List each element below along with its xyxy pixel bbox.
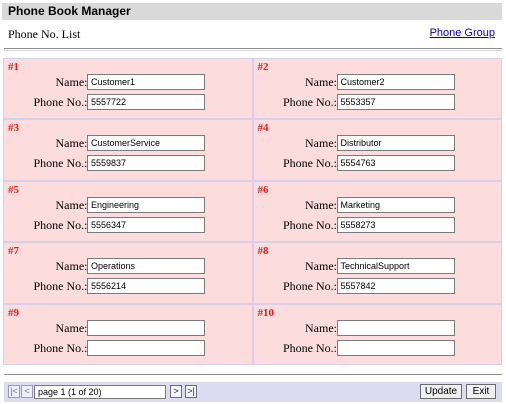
name-label: Name: [55, 75, 88, 89]
entry-number: #1 [8, 61, 19, 73]
name-label: Name: [55, 197, 88, 212]
entry-card: #10 Name: Phone No.: [253, 304, 501, 364]
divider [4, 48, 502, 49]
entry-card: #7 Name: Operations Phone No.: 5556214 [4, 243, 252, 303]
phone-label: Phone No.: [33, 279, 88, 294]
entry-card: #9 Name: Phone No.: [4, 304, 252, 364]
entry-number: #6 [257, 183, 269, 196]
entry-card: #3 Name: CustomerService Phone No.: 555983… [4, 120, 252, 180]
phone-field[interactable]: 5556347 [87, 216, 205, 233]
name-field[interactable]: Operations [87, 258, 205, 275]
first-page-icon[interactable]: |< [8, 385, 20, 398]
update-button[interactable]: Update [420, 384, 462, 399]
entry-number: #3 [8, 122, 19, 135]
phone-field[interactable]: 5557722 [87, 94, 205, 110]
name-field[interactable]: Marketing [336, 196, 455, 213]
name-field[interactable]: TechnicalSupport [336, 258, 455, 275]
phone-label: Phone No.: [283, 95, 337, 109]
entry-card: #1 Name: Customer1 Phone No.: 5557722 [4, 59, 252, 119]
name-field[interactable]: Distributor [336, 135, 455, 152]
entry-card: #6 Name: Marketing Phone No.: 5558273 [253, 181, 501, 242]
entry-card: #5 Name: Engineering Phone No.: 5556347 [4, 181, 252, 242]
app-title: Phone Book Manager [2, 3, 502, 20]
last-page-icon[interactable]: >| [185, 385, 197, 398]
phone-group-link[interactable]: Phone Group [430, 27, 495, 39]
entry-card: #8 Name: TechnicalSupport Phone No.: 55578… [253, 243, 501, 303]
entry-number: #5 [8, 183, 19, 196]
phone-field[interactable]: 5558273 [336, 216, 455, 233]
name-field[interactable]: Customer1 [87, 74, 205, 90]
phone-label: Phone No.: [33, 217, 88, 232]
name-label: Name: [305, 136, 337, 151]
divider [4, 374, 502, 375]
name-label: Name: [55, 259, 88, 274]
phone-label: Phone No.: [283, 156, 337, 171]
divider [4, 50, 502, 51]
phone-field[interactable]: 5556214 [87, 278, 205, 295]
phone-field[interactable]: 5559837 [87, 155, 205, 172]
phone-field[interactable]: 5554763 [336, 155, 455, 172]
entry-number: #2 [257, 61, 269, 73]
name-label: Name: [305, 75, 337, 89]
entry-number: #10 [257, 306, 275, 319]
exit-button[interactable]: Exit [466, 384, 496, 399]
name-field[interactable]: Customer2 [336, 74, 455, 90]
phone-label: Phone No.: [283, 340, 337, 355]
phone-label: Phone No.: [33, 95, 88, 109]
name-label: Name: [55, 136, 88, 151]
name-label: Name: [305, 259, 337, 274]
prev-page-icon[interactable]: < [21, 385, 33, 398]
page-input[interactable]: page 1 (1 of 20) [34, 385, 166, 399]
phone-field[interactable]: 5553357 [336, 94, 455, 110]
next-page-icon[interactable]: > [170, 385, 182, 398]
entry-card: #2 Name: Customer2 Phone No.: 5553357 [253, 59, 501, 119]
entry-number: #8 [257, 245, 269, 258]
entry-number: #9 [8, 306, 19, 319]
pager-bar: |< < page 1 (1 of 20) > >| Update Exit [4, 382, 502, 402]
page-title: Phone No. List [8, 27, 81, 41]
name-field[interactable]: CustomerService [87, 135, 205, 152]
entries-grid: #1 Name: Customer1 Phone No.: 5557722 #2 N… [3, 58, 502, 365]
phone-label: Phone No.: [283, 279, 337, 294]
phone-field[interactable] [336, 339, 455, 356]
phone-field[interactable] [87, 339, 205, 356]
name-label: Name: [305, 320, 337, 335]
name-field[interactable] [87, 319, 205, 336]
entry-number: #4 [257, 122, 269, 135]
phone-label: Phone No.: [33, 340, 88, 355]
phone-field[interactable]: 5557842 [336, 278, 455, 295]
name-label: Name: [55, 320, 88, 335]
name-field[interactable]: Engineering [87, 196, 205, 213]
entry-card: #4 Name: Distributor Phone No.: 5554763 [253, 120, 501, 180]
entry-number: #7 [8, 245, 19, 258]
phone-label: Phone No.: [283, 217, 337, 232]
name-label: Name: [305, 197, 337, 212]
name-field[interactable] [336, 319, 455, 336]
phone-label: Phone No.: [33, 156, 88, 171]
